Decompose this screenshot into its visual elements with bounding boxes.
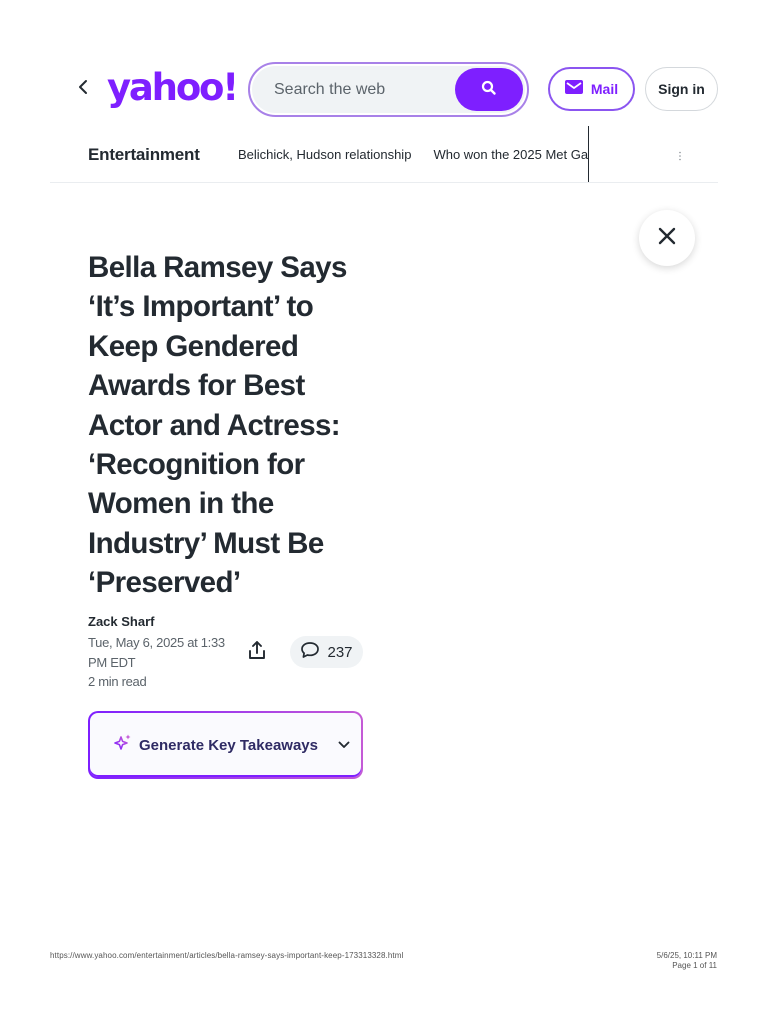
page-number: Page 1 of 11 [672, 961, 717, 970]
section-title[interactable]: Entertainment [88, 145, 200, 165]
share-button[interactable] [241, 636, 273, 668]
trending-link[interactable]: Who won the 2025 Met Gala [433, 126, 589, 183]
back-button[interactable] [72, 76, 94, 102]
read-time: 2 min read [88, 674, 147, 689]
comments-button[interactable]: 237 [290, 636, 363, 668]
publish-date: Tue, May 6, 2025 at 1:33 PM EDT [88, 635, 225, 670]
close-button[interactable] [639, 210, 695, 266]
section-nav: Entertainment Belichick, Hudson relation… [50, 126, 718, 183]
comments-count: 237 [327, 643, 353, 661]
more-vertical-icon [678, 148, 682, 166]
takeaways-label: Generate Key Takeaways [139, 736, 318, 754]
print-url: https://www.yahoo.com/entertainment/arti… [50, 951, 404, 960]
mail-label: Mail [590, 81, 619, 97]
search-field-container [252, 66, 525, 113]
sparkle-icon [113, 733, 133, 758]
sign-in-button[interactable]: Sign in [645, 67, 718, 111]
mail-button[interactable]: Mail [548, 67, 635, 111]
search-bar [248, 62, 529, 117]
more-options-button[interactable] [673, 150, 687, 164]
yahoo-logo[interactable]: yahoo! [107, 66, 239, 110]
trending-link[interactable]: Belichick, Hudson relationship [238, 126, 411, 183]
search-icon [481, 80, 497, 99]
author-name[interactable]: Zack Sharf [88, 614, 154, 629]
share-icon [247, 640, 267, 665]
print-datetime: 5/6/25, 10:11 PM [656, 951, 717, 960]
scroll-divider [588, 126, 589, 182]
comment-icon [300, 641, 320, 664]
envelope-icon [564, 79, 583, 99]
article-meta: Tue, May 6, 2025 at 1:33 PM EDT 2 min re… [88, 633, 230, 692]
search-button[interactable] [455, 68, 523, 111]
search-input[interactable] [274, 66, 454, 113]
takeaways-inner: Generate Key Takeaways [90, 713, 361, 777]
chevron-left-icon [78, 79, 88, 100]
chevron-down-icon [338, 741, 350, 749]
article-headline: Bella Ramsey Says ‘It’s Important’ to Ke… [88, 251, 347, 600]
trending-links: Belichick, Hudson relationship Who won th… [238, 126, 589, 183]
article-page: yahoo! Mail Sign in Entertainment Belich… [0, 0, 768, 1024]
close-icon [658, 227, 676, 250]
print-info: 5/6/25, 10:11 PM Page 1 of 11 [657, 951, 717, 971]
generate-key-takeaways-button[interactable]: Generate Key Takeaways [88, 711, 363, 779]
